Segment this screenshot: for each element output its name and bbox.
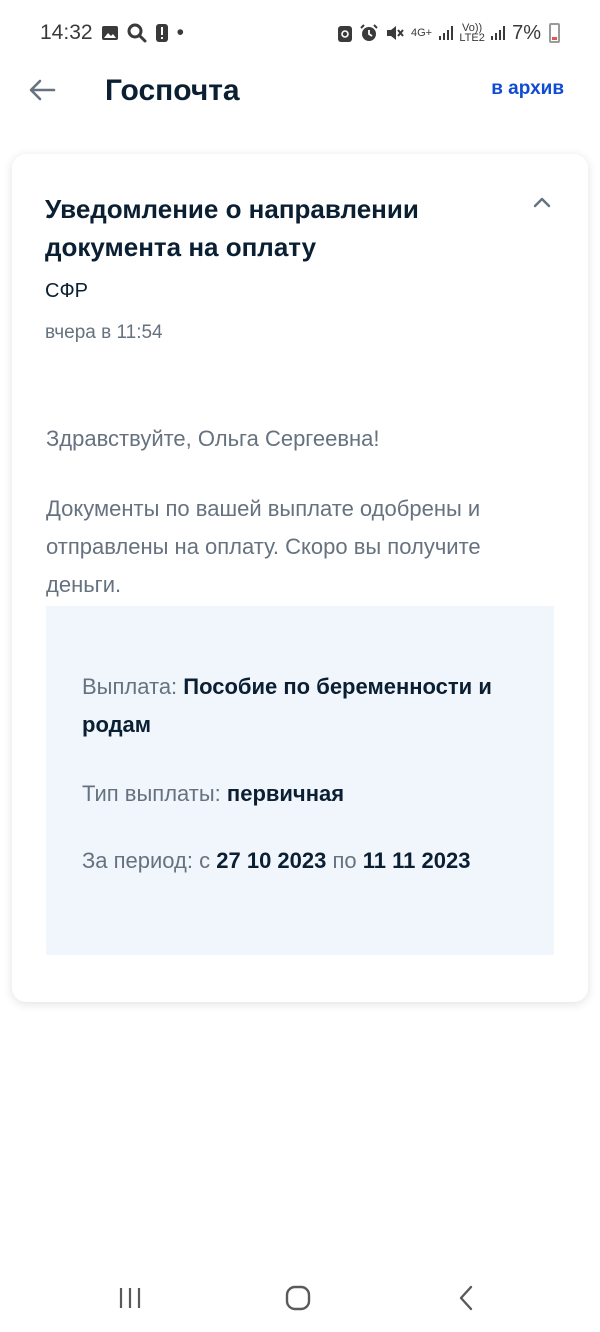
volte-label: Vo)) LTE2 — [459, 22, 485, 44]
message-date: вчера в 11:54 — [45, 322, 163, 343]
archive-button[interactable]: в архив — [491, 78, 564, 100]
arrow-left-icon — [29, 79, 56, 101]
battery-percent: 7% — [512, 21, 541, 44]
status-right: 4G+ Vo)) LTE2 7% — [337, 22, 560, 45]
message-sender: СФР — [45, 280, 88, 302]
signal-2-icon — [490, 25, 506, 41]
chevron-up-icon — [533, 197, 551, 208]
payment-details-box: Выплата: Пособие по беременности и родам… — [46, 606, 554, 955]
status-time: 14:32 — [40, 21, 93, 44]
alarm-icon — [359, 23, 379, 43]
battery-icon — [549, 23, 560, 43]
payment-type-row: Тип выплаты: первичная — [82, 775, 532, 813]
payment-label: Выплата: — [82, 674, 178, 699]
network-4g-label: 4G+ — [410, 27, 433, 39]
chevron-left-icon — [459, 1285, 473, 1311]
mute-icon — [385, 23, 405, 43]
home-button[interactable] — [278, 1280, 318, 1316]
system-nav-bar — [0, 1262, 600, 1332]
back-nav-button[interactable] — [446, 1280, 486, 1316]
search-icon — [127, 23, 147, 43]
status-left: 14:32 • — [40, 21, 184, 45]
alert-icon — [155, 23, 169, 43]
period-from: 27 10 2023 — [216, 848, 327, 873]
status-dot: • — [176, 21, 184, 44]
recycle-icon — [337, 23, 353, 43]
message-body: Документы по вашей выплате одобрены и от… — [46, 496, 481, 597]
back-button[interactable] — [22, 70, 62, 110]
payment-type-value: первичная — [226, 781, 345, 806]
period-to: 11 11 2023 — [362, 848, 471, 873]
recents-button[interactable] — [110, 1280, 150, 1316]
home-icon — [285, 1285, 311, 1311]
message-greeting: Здравствуйте, Ольга Сергеевна! — [46, 426, 380, 451]
recents-icon — [119, 1288, 141, 1308]
gallery-icon — [101, 24, 119, 42]
page-title: Госпочта — [105, 74, 240, 107]
status-bar: 14:32 • 4G+ Vo)) LTE2 7% — [0, 0, 600, 66]
period-label: За период: с — [82, 848, 211, 873]
period-row: За период: с 27 10 2023 по 11 11 2023 — [82, 842, 532, 880]
period-to-label: по — [332, 848, 357, 873]
collapse-button[interactable] — [530, 190, 554, 214]
app-header: Госпочта в архив — [0, 66, 600, 118]
message-card: Уведомление о направлении документа на о… — [12, 154, 588, 1002]
message-title: Уведомление о направлении документа на о… — [45, 194, 419, 262]
signal-icon — [438, 25, 454, 41]
payment-type-label: Тип выплаты: — [82, 781, 221, 806]
payment-row: Выплата: Пособие по беременности и родам — [82, 668, 532, 744]
